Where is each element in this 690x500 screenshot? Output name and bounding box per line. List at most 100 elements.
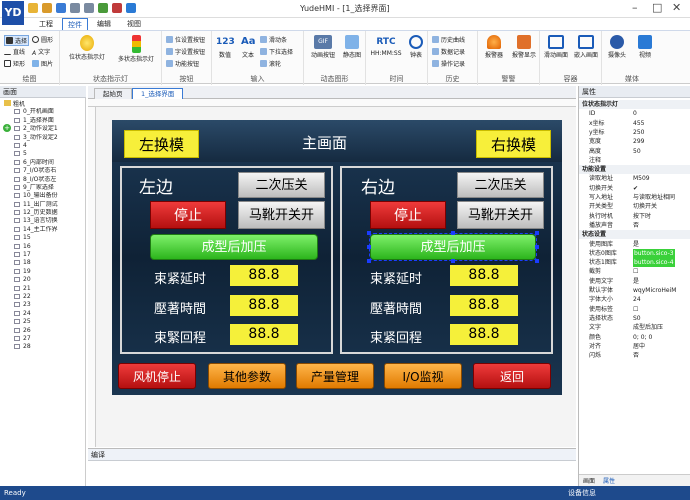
- property-section-header[interactable]: 状态设置: [579, 230, 690, 240]
- screen-tree-item[interactable]: 16: [0, 243, 86, 251]
- embed-screen-tool[interactable]: 嵌入画面: [572, 35, 600, 59]
- property-row[interactable]: 闪烁否: [579, 351, 690, 360]
- clock-tool[interactable]: 钟表: [406, 35, 426, 59]
- property-row[interactable]: 开关类型 切换开关: [579, 202, 690, 211]
- property-row[interactable]: 字体大小 24: [579, 295, 690, 304]
- right-row-value[interactable]: 88.8: [450, 324, 518, 345]
- property-row[interactable]: 选择状态 S0: [579, 314, 690, 323]
- screen-tree-item[interactable]: 8_I/O状态左: [0, 176, 86, 184]
- function-button-tool[interactable]: 功能按钮: [166, 59, 199, 68]
- screen-tree-item[interactable]: 19: [0, 268, 86, 276]
- property-section-header[interactable]: 功能设置: [579, 165, 690, 175]
- bit-button-tool[interactable]: 位设置按钮: [166, 35, 205, 44]
- text-input-tool[interactable]: Aa 文本: [238, 35, 258, 59]
- left-row-value[interactable]: 88.8: [230, 265, 298, 286]
- left-stop-button[interactable]: 停止: [150, 201, 226, 229]
- property-row[interactable]: 高度 50: [579, 147, 690, 156]
- property-row[interactable]: 写入地址 与读取地址相同: [579, 193, 690, 202]
- selection-handle[interactable]: [535, 231, 539, 235]
- left-boot-switch-button[interactable]: 马靴开关开: [238, 201, 325, 229]
- screen-tree-item[interactable]: 9_厂家选择: [0, 184, 86, 192]
- property-row[interactable]: 文字 成型后加压: [579, 323, 690, 332]
- menu-view[interactable]: 视图: [122, 18, 146, 30]
- property-row[interactable]: 使用文字是: [579, 277, 690, 286]
- selection-handle[interactable]: [451, 259, 455, 263]
- tab-property[interactable]: 属性: [603, 476, 615, 485]
- right-row-value[interactable]: 88.8: [450, 265, 518, 286]
- property-row[interactable]: 状态0图库 button.sico-3: [579, 248, 690, 259]
- undo-icon[interactable]: [70, 3, 80, 13]
- property-row[interactable]: 切换开关 ✔: [579, 184, 690, 193]
- property-row[interactable]: 使用标签 ☐: [579, 305, 690, 314]
- property-row[interactable]: 对齐 居中: [579, 342, 690, 351]
- wheel-tool[interactable]: 滚轮: [260, 59, 281, 68]
- camera-tool[interactable]: 摄像头: [604, 35, 630, 59]
- screen-tree-item[interactable]: 24: [0, 310, 86, 318]
- selection-handle[interactable]: [535, 245, 539, 249]
- property-section-header[interactable]: 位状态指示灯: [579, 100, 690, 110]
- tab-screen[interactable]: 画面: [583, 476, 595, 485]
- screen-tree-item[interactable]: 23: [0, 301, 86, 309]
- screen-tree-item[interactable]: 27: [0, 335, 86, 343]
- simulate-icon[interactable]: [126, 3, 136, 13]
- animation-tool[interactable]: GIF 动画按钮: [308, 35, 338, 59]
- menu-project[interactable]: 工程: [34, 18, 58, 30]
- selection-handle[interactable]: [367, 259, 371, 263]
- right-row-value[interactable]: 88.8: [450, 295, 518, 316]
- screen-tree-item[interactable]: 11_出厂测试: [0, 201, 86, 209]
- slide-screen-tool[interactable]: 滑动画面: [542, 35, 570, 59]
- other-params-button[interactable]: 其他参数: [208, 363, 286, 389]
- device-info[interactable]: 设备信息: [568, 486, 596, 500]
- app-logo[interactable]: YD: [2, 1, 24, 25]
- data-record-tool[interactable]: 数据记录: [432, 47, 465, 56]
- hmi-screen[interactable]: 左换模 主画面 右换模 左边 二次压关 停止 马靴开关开 成型后加压 束紧延时 …: [112, 120, 562, 395]
- io-monitor-button[interactable]: I/O监视: [384, 363, 462, 389]
- rect-tool[interactable]: 矩形: [4, 59, 25, 68]
- left-row-value[interactable]: 88.8: [230, 295, 298, 316]
- alarm-display-tool[interactable]: 报警显示: [509, 35, 539, 59]
- video-tool[interactable]: 视频: [632, 35, 658, 59]
- circle-tool[interactable]: 圆形: [32, 35, 53, 44]
- screen-tree-item[interactable]: 6_内部时间: [0, 159, 86, 167]
- alarm-tool[interactable]: 报警器: [480, 35, 508, 59]
- numeric-tool[interactable]: 123 数值: [214, 35, 236, 59]
- screen-tree-item[interactable]: 15: [0, 234, 86, 242]
- property-row[interactable]: x坐标 455: [579, 119, 690, 128]
- property-row[interactable]: 执行时机 按下时: [579, 212, 690, 221]
- download-icon[interactable]: [112, 3, 122, 13]
- screen-tree-item[interactable]: 7_I/O状态右: [0, 167, 86, 175]
- open-icon[interactable]: [42, 3, 52, 13]
- line-tool[interactable]: 直线: [4, 47, 25, 56]
- menu-edit[interactable]: 编辑: [92, 18, 116, 30]
- slider-tool[interactable]: 滑动条: [260, 35, 287, 44]
- screen-tree-item[interactable]: 22: [0, 293, 86, 301]
- bit-indicator-tool[interactable]: 位状态指示灯: [64, 35, 110, 61]
- property-row[interactable]: 状态1图库 button.sico-4: [579, 258, 690, 268]
- screen-tree-item[interactable]: 21: [0, 285, 86, 293]
- screen-tree-item[interactable]: 25: [0, 318, 86, 326]
- production-button[interactable]: 产量管理: [296, 363, 374, 389]
- operation-record-tool[interactable]: 操作记录: [432, 59, 465, 68]
- property-row[interactable]: 注释: [579, 156, 690, 165]
- text-tool[interactable]: A 文字: [32, 47, 50, 57]
- left-form-press-button[interactable]: 成型后加压: [150, 234, 318, 260]
- multi-indicator-tool[interactable]: 多状态指示灯: [112, 35, 160, 63]
- tree-root[interactable]: 粗机: [0, 100, 86, 108]
- compile-icon[interactable]: [98, 3, 108, 13]
- screen-tree-item[interactable]: 26: [0, 327, 86, 335]
- screen-tree-item[interactable]: 0_开机画面: [0, 108, 86, 116]
- dropdown-tool[interactable]: 下拉选择: [260, 47, 293, 56]
- back-button[interactable]: 返回: [473, 363, 551, 389]
- selection-handle[interactable]: [367, 245, 371, 249]
- selection-handle[interactable]: [451, 231, 455, 235]
- screen-tree-item[interactable]: 10_输出备份: [0, 192, 86, 200]
- property-row[interactable]: 宽度 299: [579, 137, 690, 146]
- property-row[interactable]: 使用图库是: [579, 240, 690, 249]
- close-button[interactable]: ✕: [672, 1, 681, 14]
- word-button-tool[interactable]: 字设置按钮: [166, 47, 205, 56]
- static-image-tool[interactable]: 静态图: [340, 35, 364, 59]
- new-icon[interactable]: [28, 3, 38, 13]
- property-row[interactable]: 默认字体 wqyMicroHeiM: [579, 286, 690, 295]
- screen-tree-item[interactable]: 2_动作设定1: [0, 125, 86, 133]
- menu-controls[interactable]: 控件: [62, 18, 88, 30]
